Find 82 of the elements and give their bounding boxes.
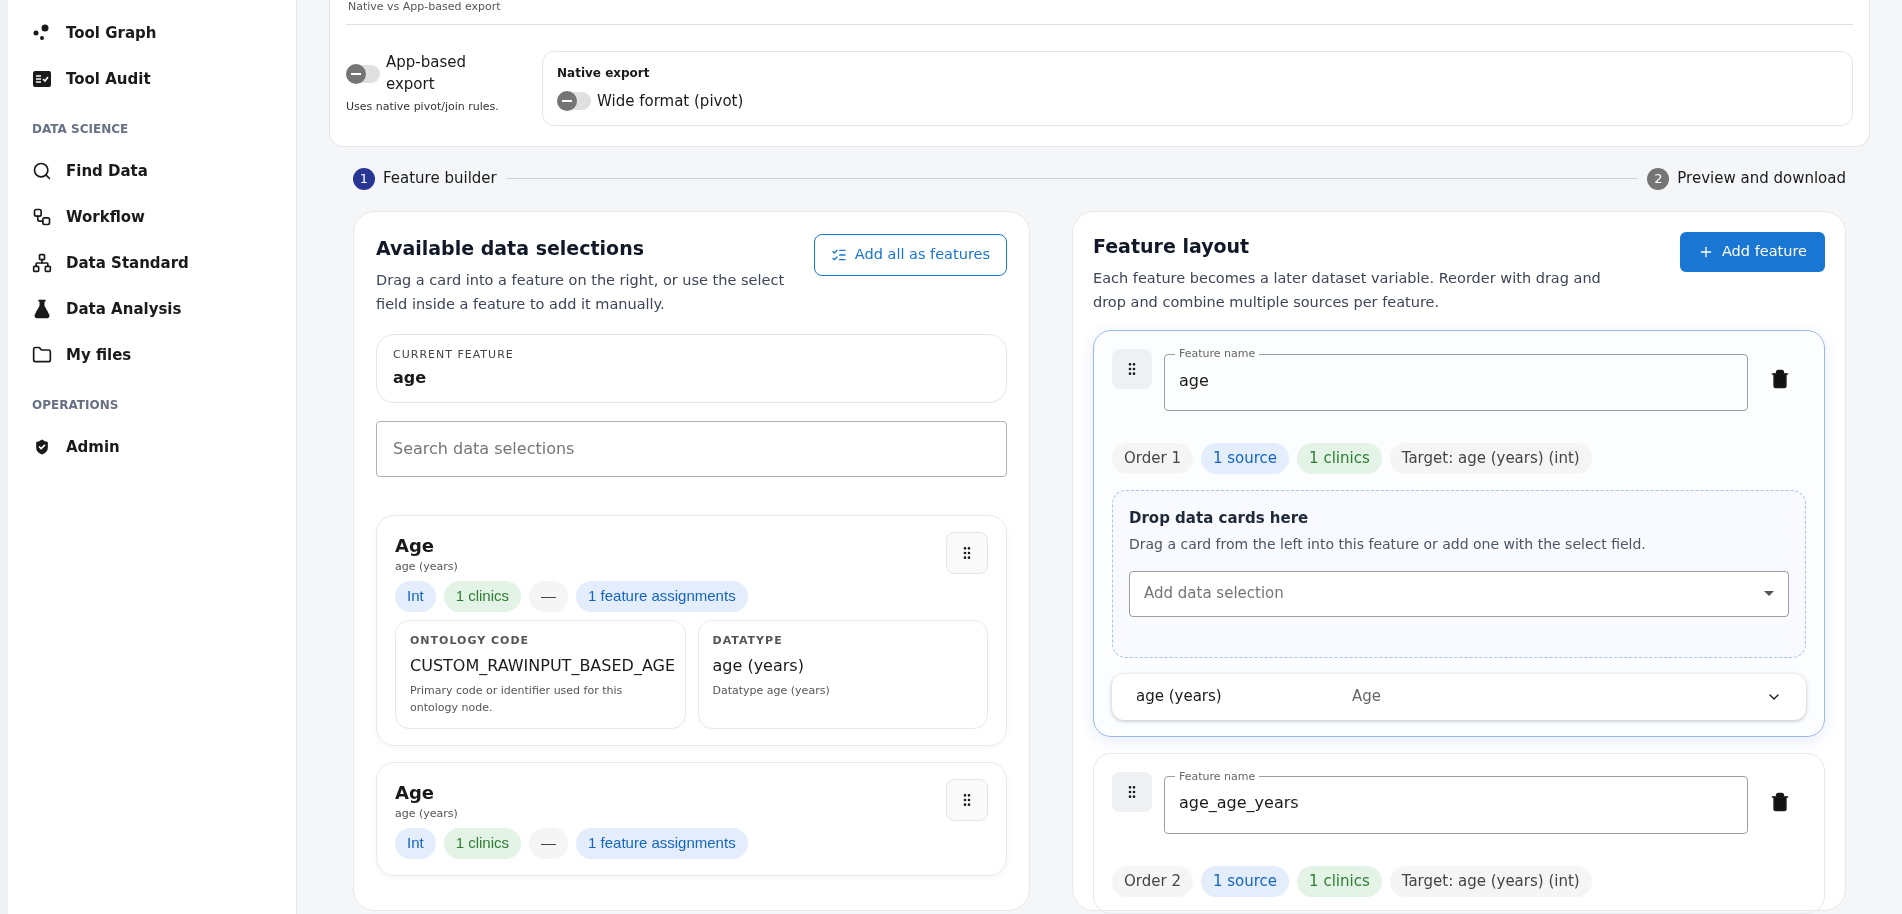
panel-title: Available data selections [376, 235, 645, 261]
feature-name-field[interactable]: Feature name age_age_years [1164, 769, 1748, 834]
workflow-icon [32, 207, 52, 227]
tag: 1 feature assignments [576, 581, 748, 612]
data-card[interactable]: Age age (years) Int 1 clinics — 1 feature assignments ONTOLOGY CODE CUSTOM_RAWINPUT_BASED_AGE Primary code or identifier used for this ontology node. DATATYPE age (years) Datatype age (years) [376, 514, 1007, 746]
add-all-button[interactable]: Add all as features [813, 233, 1007, 276]
nav-item[interactable]: Admin [32, 424, 296, 470]
nav-item[interactable]: My files [32, 332, 296, 378]
tag: Target: age (years) (int) [1389, 865, 1592, 897]
nav-item[interactable]: Find Data [32, 148, 296, 194]
field-value: age (years) [712, 654, 805, 677]
field-label: CURRENT FEATURE [393, 347, 515, 363]
drop-zone-title: Drop data cards here [1129, 508, 1310, 529]
nav-item[interactable]: Data Standard [32, 240, 296, 286]
field-label: DATATYPE [712, 633, 784, 649]
nav-item[interactable]: Tool Audit [32, 56, 296, 102]
flask-icon [32, 299, 52, 319]
data-card[interactable]: Age age (years) Int 1 clinics — 1 feature assignments [376, 761, 1007, 876]
field-hint: Datatype age (years) [712, 682, 831, 699]
toggle-switch[interactable] [346, 65, 380, 83]
drop-zone[interactable]: Drop data cards here Drag a card from the left into this feature or add one with the select field. Add data selection [1112, 490, 1806, 658]
card-subtitle: age (years) [395, 558, 458, 575]
panel-description: Each feature becomes a later dataset variable. Reorder with drag and drop and combine multiple sources per feature. [1093, 269, 1602, 312]
tag: 1 clinics [1297, 443, 1382, 474]
field-hint: Primary code or identifier used for this ontology node. [410, 682, 624, 716]
drop-zone-text: Drag a card from the left into this feature or add one with the select field. [1129, 534, 1647, 554]
step-number: 2 [1647, 167, 1670, 190]
hierarchy-icon [32, 253, 52, 273]
toggle-label: App-based export [386, 52, 467, 95]
tag: 1 source [1200, 865, 1290, 897]
drag-handle[interactable] [1112, 349, 1152, 389]
trash-icon [1770, 369, 1790, 389]
add-feature-button[interactable]: Add feature [1679, 231, 1825, 272]
tag: Int [395, 581, 436, 612]
search-icon [32, 161, 52, 181]
feature-name-field[interactable]: Feature name age [1164, 347, 1748, 411]
section-caption: Native vs App-based export [347, 0, 502, 14]
tag: 1 clinics [443, 828, 522, 859]
drag-handle[interactable] [946, 531, 988, 574]
field-label: ONTOLOGY CODE [410, 633, 531, 649]
tag: — [529, 828, 569, 859]
tag: 1 clinics [1297, 865, 1382, 897]
tag: Int [395, 828, 436, 859]
checklist-icon [32, 69, 52, 89]
dropdown-caret-icon [1764, 591, 1774, 596]
step[interactable]: 2 Preview and download [1647, 167, 1846, 190]
card-subtitle: age (years) [395, 805, 458, 822]
section-heading: DATA SCIENCE [32, 121, 130, 138]
feature-card[interactable]: Feature name age_age_years Order 2 1 source 1 clinics Target: age (years) (int) [1093, 752, 1825, 914]
panel-title: Feature layout [1093, 233, 1251, 259]
section-heading: OPERATIONS [32, 397, 120, 414]
data-selection-dropdown[interactable]: Add data selection [1129, 570, 1789, 617]
nav-item[interactable]: Tool Graph [32, 10, 296, 56]
card-title: Age [395, 533, 436, 558]
field-value: age [393, 366, 428, 389]
tag: Target: age (years) (int) [1389, 443, 1592, 474]
source-row[interactable]: age (years) Age [1112, 673, 1806, 720]
step-label: Feature builder [383, 168, 497, 190]
step-label: Preview and download [1677, 168, 1846, 190]
source-value: age (years) [1136, 686, 1223, 708]
tag: Order 1 [1112, 443, 1193, 474]
toggle-label: Wide format (pivot) [597, 91, 744, 112]
card-title: Age [395, 780, 436, 805]
tag: — [529, 581, 569, 612]
drag-handle[interactable] [946, 778, 988, 821]
folder-icon [32, 345, 52, 365]
panel-description: Drag a card into a feature on the right, or use the select field inside a feature to add it manually. [376, 271, 786, 314]
nav-item[interactable]: Workflow [32, 194, 296, 240]
tag: 1 feature assignments [576, 828, 748, 859]
tag: 1 source [1200, 443, 1290, 474]
trash-icon [1770, 791, 1790, 812]
nav-item[interactable]: Data Analysis [32, 286, 296, 332]
tag: 1 clinics [443, 581, 522, 612]
search-field[interactable]: Search data selections [376, 420, 1007, 477]
toggle-switch[interactable] [557, 92, 591, 111]
source-label: Age [1352, 686, 1381, 708]
tag: Order 2 [1112, 865, 1193, 897]
hint-text: Uses native pivot/join rules. [346, 99, 500, 115]
panel-title: Native export [557, 65, 651, 82]
step-number: 1 [353, 167, 375, 190]
drag-handle[interactable] [1112, 771, 1152, 812]
step[interactable]: 1 Feature builder [353, 167, 497, 190]
